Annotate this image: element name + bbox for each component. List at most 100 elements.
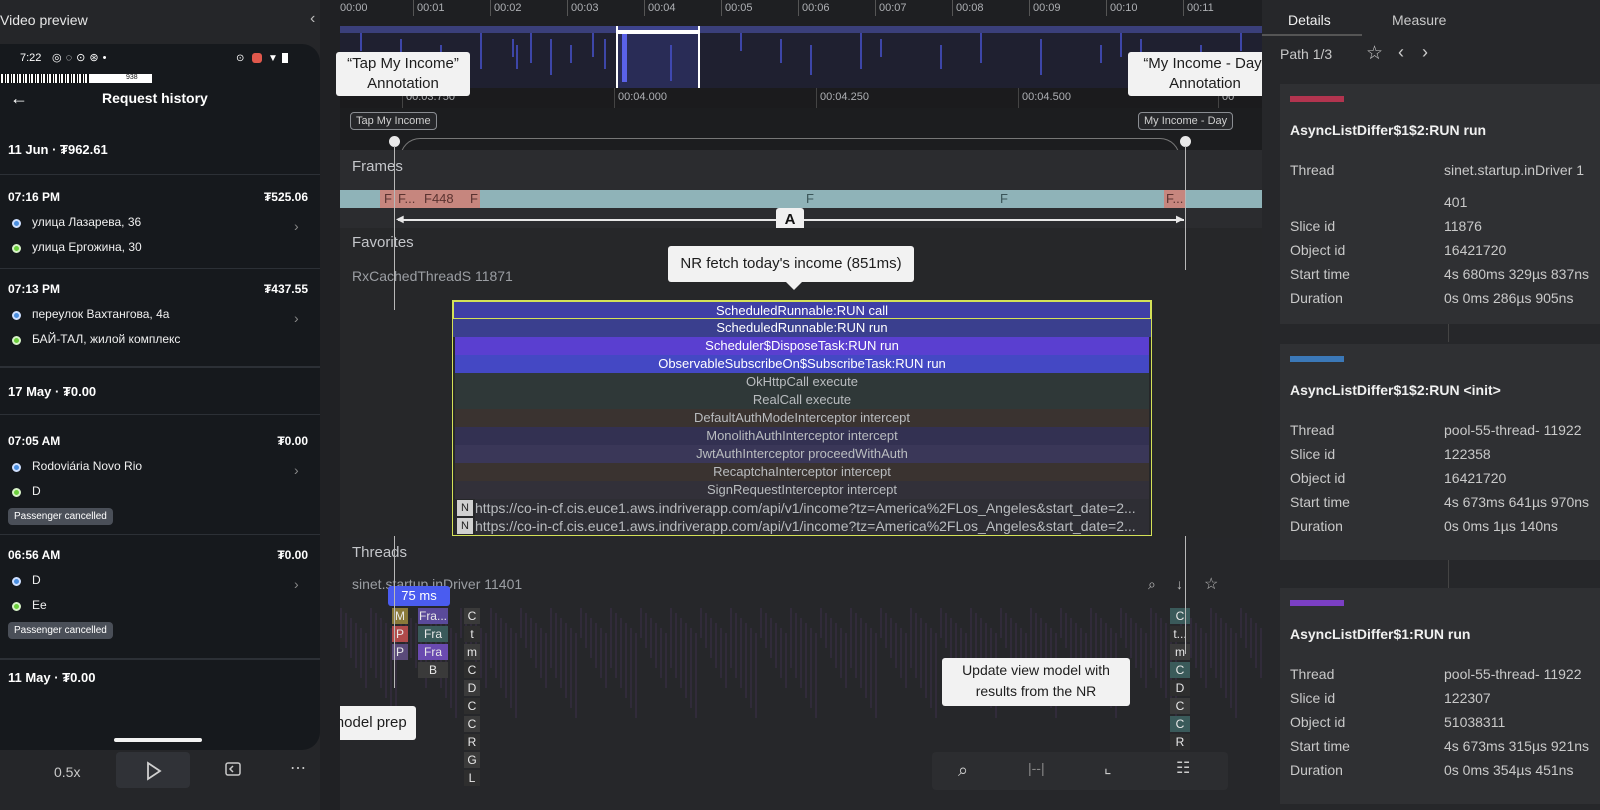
thread-slice[interactable]: Fra...	[418, 608, 448, 624]
ride-item[interactable]: 07:13 PM ₮437.55 переулок Вахтангова, 4а…	[0, 270, 320, 360]
layout-icon[interactable]: ☷	[1176, 758, 1190, 778]
thread-slice[interactable]: D	[1170, 680, 1190, 696]
trace-slice[interactable]: https://co-in-cf.cis.euce1.aws.indrivera…	[475, 517, 1149, 535]
overview-tick: 00:11	[1187, 2, 1214, 14]
playback-controls: 0.5x ⋯	[0, 750, 320, 810]
thread-slice[interactable]: B	[418, 662, 448, 678]
tab-measure[interactable]: Measure	[1392, 12, 1446, 28]
thread-slice[interactable]: R	[464, 734, 480, 750]
speed-button[interactable]: 0.5x	[54, 764, 80, 780]
arrow-left-icon[interactable]: ←	[10, 88, 28, 109]
marker-tap-my-income[interactable]: Tap My Income	[350, 112, 437, 130]
thread-slice[interactable]: C	[464, 608, 480, 624]
replay-icon	[225, 762, 241, 776]
arrow-left-icon: ◀	[396, 214, 404, 225]
tab-details[interactable]: Details	[1288, 12, 1331, 28]
trace-slice[interactable]: DefaultAuthModeInterceptor intercept	[455, 409, 1149, 427]
trace-slice[interactable]: OkHttpCall execute	[455, 373, 1149, 391]
status-time: 7:22	[20, 52, 42, 64]
thread-slice[interactable]: Fra	[418, 644, 448, 660]
slice-color-swatch	[1290, 600, 1344, 606]
select-area-icon[interactable]: ⌞	[1104, 758, 1112, 778]
thread-slice[interactable]: m	[464, 644, 480, 660]
chevron-right-icon[interactable]: ›	[1422, 42, 1428, 63]
overview-tick: 00:07	[879, 2, 907, 14]
overview-tick: 00:06	[802, 2, 830, 14]
destination-dot-icon	[12, 336, 21, 345]
detail-label: Slice id	[1290, 690, 1336, 706]
trace-slice[interactable]: Scheduler$DisposeTask:RUN run	[455, 337, 1149, 355]
more-icon[interactable]: ⋯	[290, 758, 306, 778]
slice-title: AsyncListDiffer$1$2:RUN run	[1290, 122, 1487, 138]
play-button[interactable]	[116, 752, 190, 788]
trace-slice[interactable]: ScheduledRunnable:RUN call	[453, 301, 1151, 319]
overview-strip[interactable]	[340, 26, 1262, 88]
thread-slice[interactable]: G	[464, 752, 480, 768]
fit-range-icon[interactable]: |--|	[1028, 760, 1045, 776]
thread-slice[interactable]: m	[1170, 644, 1190, 660]
thread-slice[interactable]: C	[464, 698, 480, 714]
ride-amount: ₮0.00	[277, 434, 308, 448]
wifi-icon: ▼	[268, 53, 278, 64]
ride-item[interactable]: 06:56 AM ₮0.00 D Ee Passenger cancelled …	[0, 536, 320, 644]
zoom-search-icon[interactable]: ⌕	[958, 760, 968, 781]
overview-ruler: 00:00 00:01 00:02 00:03 00:04 00:05 00:06 00:07…	[340, 0, 1262, 20]
replay-button[interactable]	[224, 760, 242, 783]
trace-slice[interactable]: RecaptchaInterceptor intercept	[455, 463, 1149, 481]
marker-my-income-day[interactable]: My Income - Day	[1138, 112, 1234, 130]
trace-slice[interactable]: MonolithAuthInterceptor intercept	[455, 427, 1149, 445]
play-icon	[147, 761, 162, 781]
trace-slice[interactable]: SignRequestInterceptor intercept	[455, 481, 1149, 499]
star-icon[interactable]: ☆	[1366, 42, 1383, 65]
progress-strip: 938	[0, 74, 152, 83]
trace-slice[interactable]: ScheduledRunnable:RUN run	[453, 319, 1151, 337]
status-icons-right: ⊙ ▼	[236, 53, 296, 64]
overview-tick: 00:09	[1033, 2, 1061, 14]
frame-label: F...	[1166, 191, 1184, 206]
battery-icon	[282, 53, 288, 63]
trace-slice[interactable]: JwtAuthInterceptor proceedWithAuth	[455, 445, 1149, 463]
detail-label: Thread	[1290, 666, 1335, 682]
detail-value: 0s 0ms 286µs 905ns	[1444, 290, 1574, 306]
pin-icon[interactable]: ↓	[1176, 576, 1183, 592]
thread-slice[interactable]: D	[464, 680, 480, 696]
frame-label: F	[470, 191, 478, 206]
ride-amount: ₮437.55	[263, 282, 308, 296]
duration-badge: 75 ms	[388, 586, 450, 606]
overview-window[interactable]	[616, 26, 700, 88]
thread-slice[interactable]: C	[1170, 662, 1190, 678]
detail-value: pool-55-thread- 11922	[1444, 422, 1582, 438]
marker-row: Tap My Income My Income - Day	[340, 108, 1262, 158]
view-model-prep-callout: View model prep	[340, 706, 416, 740]
search-icon[interactable]: ⌕	[1148, 576, 1156, 593]
star-icon[interactable]: ☆	[1204, 574, 1218, 594]
thread-slice[interactable]: C	[464, 662, 480, 678]
chevron-left-icon[interactable]: ‹	[310, 10, 315, 28]
detail-label: Duration	[1290, 290, 1343, 306]
thread-slice[interactable]: C	[1170, 716, 1190, 732]
section-favorites: Favorites	[352, 234, 414, 251]
thread-slice[interactable]: C	[1170, 698, 1190, 714]
chevron-right-icon: ›	[294, 310, 299, 326]
thread-slice[interactable]: t	[464, 626, 480, 642]
n-tag: N	[457, 518, 473, 534]
chevron-left-icon[interactable]: ‹	[1398, 42, 1404, 63]
ride-item[interactable]: 07:16 PM ₮525.06 улица Лазарева, 36 улиц…	[0, 178, 320, 268]
track-rx-cached-thread[interactable]: RxCachedThreadS 11871	[352, 268, 513, 284]
trace-slice[interactable]: RealCall execute	[455, 391, 1149, 409]
ride-item[interactable]: 07:05 AM ₮0.00 Rodoviária Novo Rio D Pas…	[0, 422, 320, 530]
thread-slice[interactable]: Fra	[418, 626, 448, 642]
thread-slice[interactable]: L	[464, 770, 480, 786]
trace-slice[interactable]: ObservableSubscribeOn$SubscribeTask:RUN …	[455, 355, 1149, 373]
detail-label: Slice id	[1290, 446, 1336, 462]
trace-slice[interactable]: https://co-in-cf.cis.euce1.aws.indrivera…	[475, 499, 1149, 517]
thread-slice[interactable]: R	[1170, 734, 1190, 750]
thread-slice[interactable]: C	[464, 716, 480, 732]
thread-slice[interactable]: t...	[1170, 626, 1190, 642]
thread-slice[interactable]: C	[1170, 608, 1190, 624]
destination-dot-icon	[12, 244, 21, 253]
frames-track[interactable]: F F... F448 F F F F...	[340, 190, 1262, 208]
detail-value: 0s 0ms 1µs 140ns	[1444, 518, 1558, 534]
destination-dot-icon	[12, 602, 21, 611]
detail-label: Thread	[1290, 162, 1335, 178]
